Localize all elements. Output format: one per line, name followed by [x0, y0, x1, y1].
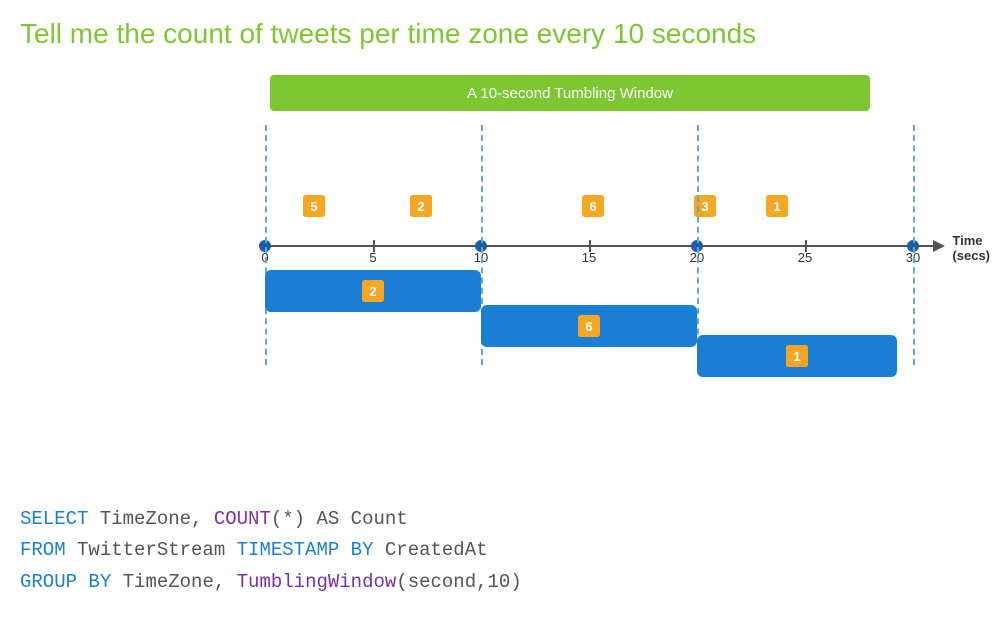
- window-bar-3: 5 3 6 1: [697, 335, 897, 377]
- sql-groupby-rest: TimeZone,: [111, 571, 236, 593]
- badge-5a: 5: [303, 195, 325, 217]
- badge-6b: 6: [582, 195, 604, 217]
- tick-5: 5: [373, 240, 375, 252]
- page-title: Tell me the count of tweets per time zon…: [0, 0, 1000, 60]
- wb3-badge-1: 1: [786, 345, 808, 367]
- sql-line-3: GROUP BY TimeZone, TumblingWindow(second…: [20, 567, 522, 598]
- window-banner: A 10-second Tumbling Window: [270, 75, 870, 111]
- dashed-line-0: [265, 125, 267, 365]
- window-bar-1: 1 5 4 6 2: [265, 270, 481, 312]
- tick-label-5: 5: [369, 250, 376, 265]
- sql-line-2: FROM TwitterStream TIMESTAMP BY CreatedA…: [20, 535, 522, 566]
- window-bar-2: 8 6: [481, 305, 697, 347]
- tick-25: 25: [805, 240, 807, 252]
- kw-timestamp: TIMESTAMP: [237, 539, 340, 561]
- kw-by2: BY: [77, 571, 111, 593]
- kw-count: COUNT: [214, 508, 271, 530]
- kw-from: FROM: [20, 539, 66, 561]
- tick-15: 15: [589, 240, 591, 252]
- dashed-line-30: [913, 125, 915, 365]
- tick-label-25: 25: [798, 250, 812, 265]
- badge-2a: 2: [410, 195, 432, 217]
- sql-count-rest: (*) AS Count: [271, 508, 408, 530]
- banner-label: A 10-second Tumbling Window: [467, 85, 673, 102]
- wb1-badge-2: 2: [362, 280, 384, 302]
- sql-window-params: (second,10): [396, 571, 521, 593]
- sql-line-1: SELECT TimeZone, COUNT(*) AS Count: [20, 504, 522, 535]
- sql-section: SELECT TimeZone, COUNT(*) AS Count FROM …: [20, 504, 522, 598]
- kw-tumblingwindow: TumblingWindow: [237, 571, 397, 593]
- diagram-area: A 10-second Tumbling Window 1 5 4 6 2 8 …: [0, 65, 1000, 385]
- badge-1b: 1: [766, 195, 788, 217]
- wb2-badge-6: 6: [578, 315, 600, 337]
- sql-timezone-text: TimeZone,: [88, 508, 213, 530]
- timeline-arrow: [933, 240, 945, 252]
- dashed-line-20: [697, 125, 699, 365]
- kw-by: BY: [339, 539, 373, 561]
- timeline-label: Time(secs): [952, 233, 990, 263]
- sql-createdat: CreatedAt: [373, 539, 487, 561]
- kw-select: SELECT: [20, 508, 88, 530]
- timeline: Time(secs) 0 5 10 15 20 25 30: [265, 245, 935, 247]
- kw-group: GROUP: [20, 571, 77, 593]
- tick-label-15: 15: [582, 250, 596, 265]
- sql-from-rest: TwitterStream: [66, 539, 237, 561]
